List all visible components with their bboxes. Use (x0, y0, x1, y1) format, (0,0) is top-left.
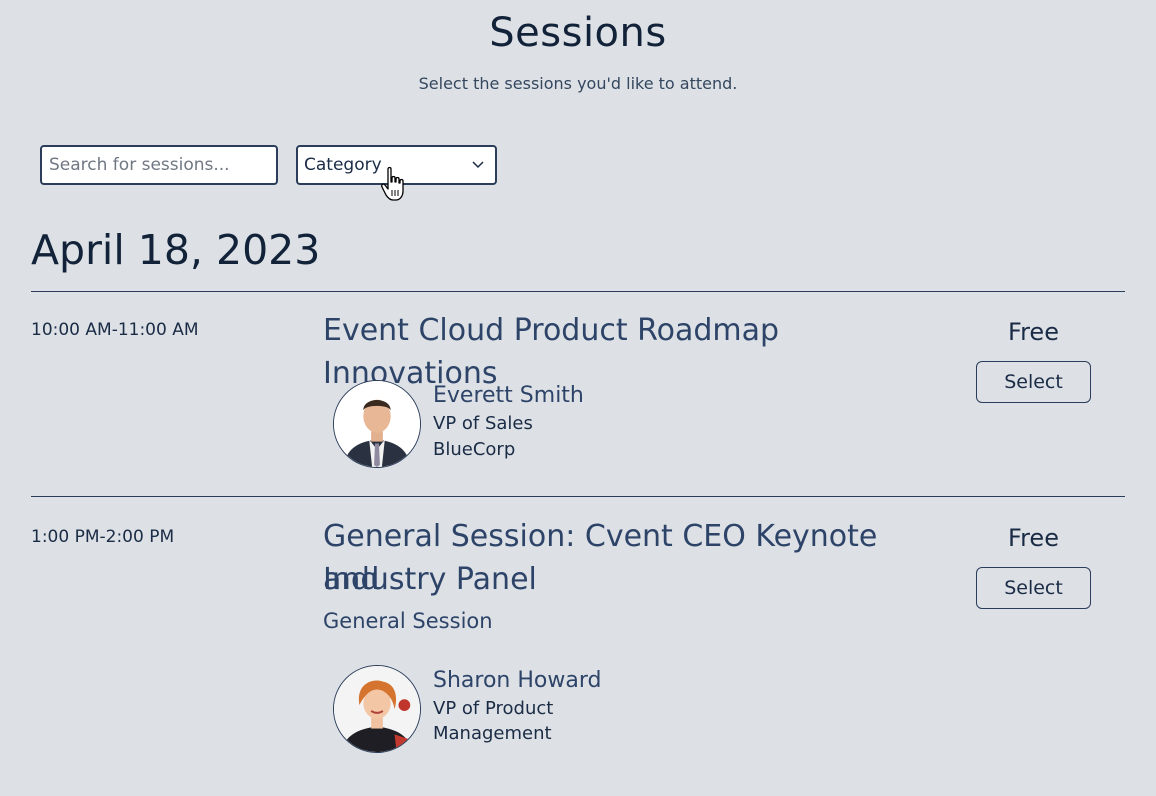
speaker-avatar (333, 380, 421, 468)
divider (31, 496, 1125, 497)
speaker-role-continued: Management (433, 723, 552, 744)
speaker-role: VP of Product (433, 698, 554, 719)
speaker-company: BlueCorp (433, 439, 516, 460)
session-time: 1:00 PM-2:00 PM (31, 527, 175, 547)
date-heading: April 18, 2023 (31, 226, 321, 274)
speaker-name: Sharon Howard (433, 668, 602, 693)
speaker-role: VP of Sales (433, 413, 533, 434)
chevron-down-icon (472, 161, 484, 169)
page-subtitle: Select the sessions you'd like to attend… (418, 74, 738, 93)
session-category: General Session (323, 609, 493, 633)
speaker: Sharon Howard VP of Product Management (333, 665, 733, 755)
sessions-page: Sessions Select the sessions you'd like … (0, 0, 1156, 796)
speaker-name: Everett Smith (433, 383, 584, 408)
search-input[interactable] (40, 145, 278, 185)
hand-pointer-cursor-icon (381, 166, 404, 201)
divider (31, 291, 1125, 292)
select-session-button[interactable]: Select (976, 567, 1091, 609)
speaker-avatar (333, 665, 421, 753)
speaker: Everett Smith VP of Sales BlueCorp (333, 380, 733, 470)
page-title: Sessions (489, 10, 667, 56)
session-price: Free (1008, 524, 1059, 552)
session-time: 10:00 AM-11:00 AM (31, 320, 199, 340)
session-price: Free (1008, 318, 1059, 346)
category-dropdown-label: Category (304, 155, 382, 175)
select-session-button[interactable]: Select (976, 361, 1091, 403)
session-title-continued[interactable]: Industry Panel (323, 558, 943, 601)
